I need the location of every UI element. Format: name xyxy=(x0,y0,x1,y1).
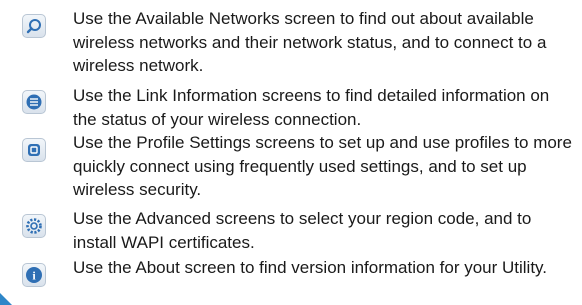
info-icon[interactable]: i xyxy=(22,263,46,287)
search-icon[interactable] xyxy=(22,14,46,38)
help-item-text: Use the About screen to find version inf… xyxy=(73,258,548,277)
help-item-text: Use the Advanced screens to select your … xyxy=(73,209,532,252)
help-item-text: Use the Profile Settings screens to set … xyxy=(73,133,572,199)
profile-icon[interactable] xyxy=(22,138,46,162)
gear-icon[interactable] xyxy=(22,214,46,238)
help-item-text: Use the Available Networks screen to fin… xyxy=(73,9,547,75)
corner-pointer-icon xyxy=(0,293,12,305)
help-item-text: Use the Link Information screens to find… xyxy=(73,86,550,129)
list-icon[interactable] xyxy=(22,90,46,114)
